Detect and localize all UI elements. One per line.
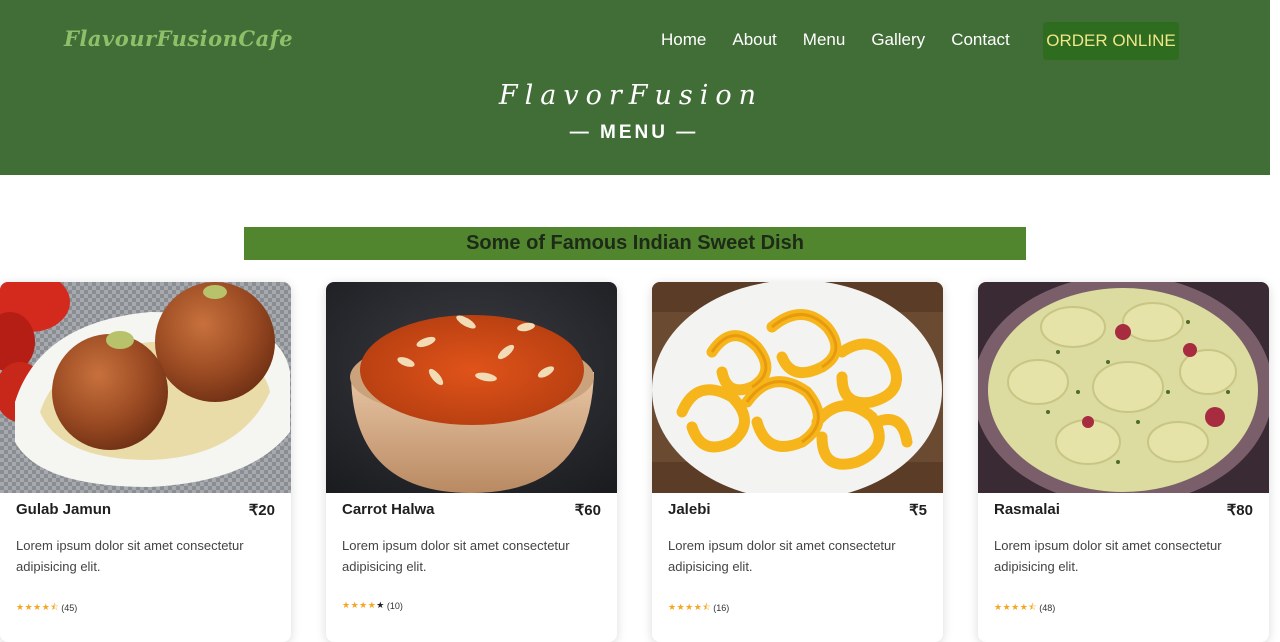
item-description: Lorem ipsum dolor sit amet consectetur a… [16, 538, 244, 574]
review-count: (45) [61, 603, 78, 613]
main-nav: Home About Menu Gallery Contact [661, 30, 1036, 50]
item-price: ₹5 [909, 502, 927, 519]
item-rating: ★★★★⯪ (45) [16, 600, 77, 616]
review-count: (16) [713, 603, 730, 613]
section-banner: Some of Famous Indian Sweet Dish [244, 227, 1026, 260]
item-description: Lorem ipsum dolor sit amet consectetur a… [994, 538, 1222, 574]
item-name: Rasmalai [994, 501, 1060, 518]
site-logo[interactable]: FlavourFusionCafe [64, 26, 293, 51]
menu-card-rasmalai[interactable]: Rasmalai ₹80 Lorem ipsum dolor sit amet … [978, 282, 1269, 642]
item-rating: ★★★★★ (10) [342, 600, 403, 611]
gulab-jamun-image [0, 282, 291, 493]
item-description: Lorem ipsum dolor sit amet consectetur a… [668, 538, 896, 574]
item-price: ₹20 [248, 502, 275, 519]
menu-subtitle: — MENU — [569, 122, 699, 143]
rasmalai-image [978, 282, 1269, 493]
star-rating-icon: ★★★★★ [342, 600, 385, 610]
item-name: Gulab Jamun [16, 501, 112, 518]
nav-menu[interactable]: Menu [803, 30, 846, 50]
star-rating-icon: ★★★★⯪ [16, 602, 60, 612]
nav-about[interactable]: About [732, 30, 776, 50]
brand-title: FlavorFusion [498, 80, 764, 111]
section-title: Some of Famous Indian Sweet Dish [466, 232, 804, 254]
menu-card-gulab-jamun[interactable]: Gulab Jamun ₹20 Lorem ipsum dolor sit am… [0, 282, 291, 642]
item-name: Jalebi [668, 501, 711, 518]
site-header: FlavourFusionCafe Home About Menu Galler… [0, 0, 1270, 175]
star-rating-icon: ★★★★⯪ [668, 602, 712, 612]
nav-contact[interactable]: Contact [951, 30, 1010, 50]
menu-card-jalebi[interactable]: Jalebi ₹5 Lorem ipsum dolor sit amet con… [652, 282, 943, 642]
review-count: (10) [386, 600, 403, 611]
item-price: ₹60 [574, 502, 601, 519]
menu-card-carrot-halwa[interactable]: Carrot Halwa ₹60 Lorem ipsum dolor sit a… [326, 282, 617, 642]
item-description: Lorem ipsum dolor sit amet consectetur a… [342, 538, 570, 574]
item-price: ₹80 [1226, 502, 1253, 519]
item-name: Carrot Halwa [342, 501, 435, 518]
review-count: (48) [1039, 603, 1056, 613]
star-rating-icon: ★★★★⯪ [994, 602, 1038, 612]
item-rating: ★★★★⯪ (16) [668, 600, 729, 616]
carrot-halwa-image [326, 282, 617, 493]
order-online-button[interactable]: ORDER ONLINE [1043, 22, 1179, 60]
nav-gallery[interactable]: Gallery [871, 30, 925, 50]
item-rating: ★★★★⯪ (48) [994, 600, 1055, 616]
jalebi-image [652, 282, 943, 493]
nav-home[interactable]: Home [661, 30, 706, 50]
